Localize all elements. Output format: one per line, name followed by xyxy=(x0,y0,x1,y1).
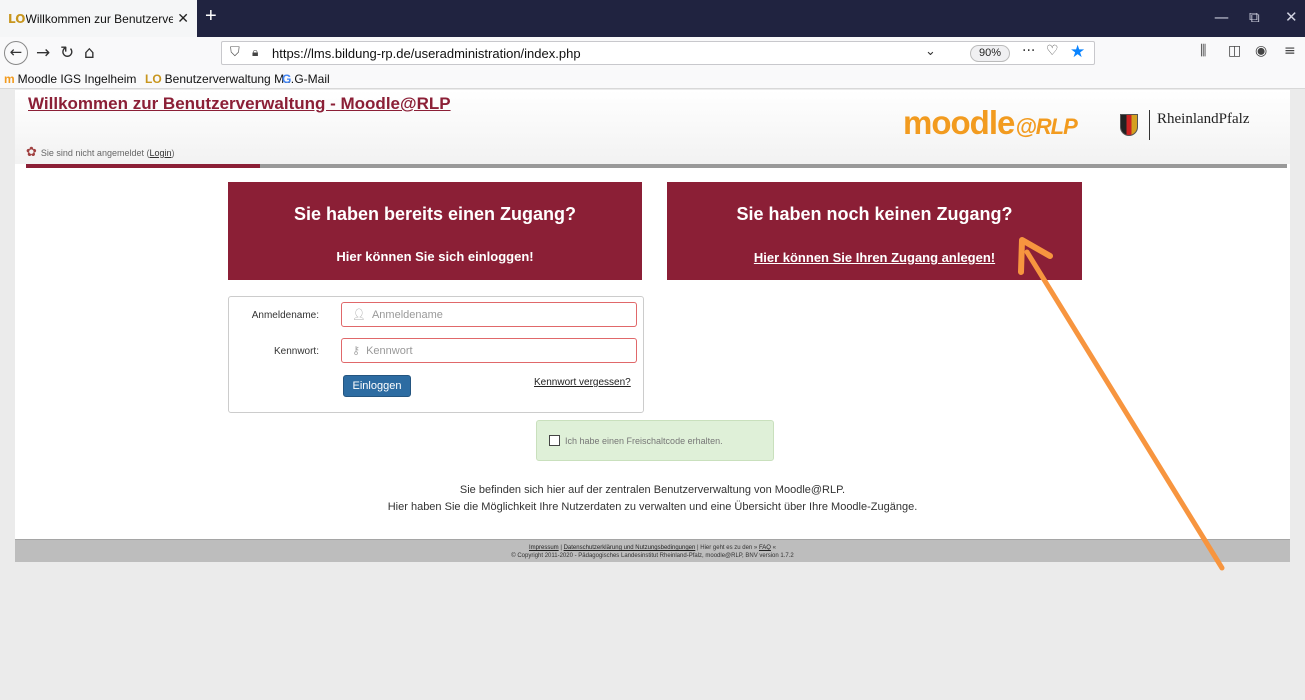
login-link[interactable]: Login xyxy=(149,148,171,158)
zoom-badge[interactable]: 90% xyxy=(970,45,1011,62)
login-status: ✿ Sie sind nicht angemeldet (Login) xyxy=(26,145,175,160)
restore-icon[interactable]: ⧉ xyxy=(1249,8,1260,26)
home-icon[interactable]: ⌂ xyxy=(84,43,95,63)
shield-icon[interactable]: ⛉ xyxy=(230,45,240,60)
page-content: Willkommen zur Benutzerverwaltung - Mood… xyxy=(15,90,1290,562)
coat-of-arms-icon xyxy=(1120,114,1138,136)
login-button[interactable]: Einloggen xyxy=(343,375,411,397)
google-icon: G xyxy=(282,72,292,86)
info-line-1: Sie befinden sich hier auf der zentralen… xyxy=(459,484,846,496)
close-tab-icon[interactable]: ✕ xyxy=(177,10,189,27)
faq-link[interactable]: FAQ xyxy=(759,545,771,551)
header-divider xyxy=(260,164,1287,168)
forgot-password-link[interactable]: Kennwort vergessen? xyxy=(534,377,631,388)
bookmarks-bar: m Moodle IGS Ingelheim LO Benutzerverwaltu… xyxy=(0,69,1305,89)
reload-icon[interactable]: ↻ xyxy=(60,43,74,63)
bookmark-gmail[interactable]: G G-Mail xyxy=(282,72,330,86)
menu-icon[interactable]: ≡ xyxy=(1284,43,1296,59)
tab-title: Willkommen zur Benutzerverwaltung xyxy=(25,11,174,26)
account-icon[interactable]: ◉ xyxy=(1255,43,1267,59)
username-label: Anmeldename: xyxy=(251,310,319,321)
copyright-text: © Copyright 2011-2020 - Pädagogisches La… xyxy=(511,553,794,559)
new-tab-button[interactable]: + xyxy=(205,5,217,28)
moodle-icon: m xyxy=(4,72,15,86)
password-label: Kennwort: xyxy=(273,346,319,357)
activation-code-label[interactable]: Ich habe einen Freischaltcode erhalten. xyxy=(565,436,723,446)
lo-icon: LO xyxy=(145,72,162,86)
url-text[interactable]: https://lms.bildung-rp.de/useradministra… xyxy=(272,46,581,61)
bookmark-benutzerverwaltung[interactable]: LO Benutzerverwaltung M... xyxy=(145,72,294,86)
login-form: Anmeldename: 👤︎ Anmeldename Kennwort: ⚷ Ke… xyxy=(228,296,644,413)
login-panel-subtitle: Hier können Sie sich einloggen! xyxy=(336,249,534,264)
close-window-icon[interactable]: ✕ xyxy=(1285,8,1298,26)
create-account-link[interactable]: Hier können Sie Ihren Zugang anlegen! xyxy=(667,250,1082,265)
pocket-icon[interactable]: ♡ xyxy=(1046,43,1059,59)
minimize-icon[interactable]: — xyxy=(1214,8,1229,26)
activation-code-box: Ich habe einen Freischaltcode erhalten. xyxy=(536,420,774,461)
impressum-link[interactable]: Impressum xyxy=(529,545,559,551)
library-icon[interactable]: ⫼ xyxy=(1200,43,1206,59)
forward-arrow-icon[interactable]: → xyxy=(36,43,50,63)
key-icon: ⚷ xyxy=(352,344,361,357)
browser-tab[interactable]: LO Willkommen zur Benutzerverwaltung ✕ xyxy=(0,0,197,37)
user-icon: 👤︎ xyxy=(352,308,366,321)
page-title[interactable]: Willkommen zur Benutzerverwaltung - Mood… xyxy=(28,94,451,114)
moodle-rlp-logo: moodle@RLP xyxy=(903,104,1078,141)
back-arrow-icon[interactable]: ← xyxy=(4,41,28,65)
header-divider-accent xyxy=(26,164,260,168)
activation-code-checkbox[interactable] xyxy=(549,435,560,446)
star-bookmark-icon[interactable]: ★ xyxy=(1070,42,1085,62)
register-panel: Sie haben noch keinen Zugang? Hier könne… xyxy=(667,182,1082,280)
favicon-icon: LO xyxy=(8,11,26,26)
password-input[interactable]: ⚷ Kennwort xyxy=(341,338,637,363)
username-input[interactable]: 👤︎ Anmeldename xyxy=(341,302,637,327)
login-panel: Sie haben bereits einen Zugang? Hier kön… xyxy=(228,182,642,280)
page-footer: Impressum | Datenschutzerklärung und Nut… xyxy=(15,539,1290,562)
page-header: Willkommen zur Benutzerverwaltung - Mood… xyxy=(15,90,1290,164)
more-actions-icon[interactable]: ··· xyxy=(1022,43,1035,59)
browser-tab-bar: LO Willkommen zur Benutzerverwaltung ✕ +… xyxy=(0,0,1305,37)
users-icon: ✿ xyxy=(26,145,37,160)
rheinland-pfalz-logo: RheinlandPfalz xyxy=(1157,111,1250,127)
sidebar-icon[interactable]: ◫ xyxy=(1228,43,1241,59)
chevron-down-icon[interactable]: ⌄ xyxy=(925,44,936,59)
logo-divider xyxy=(1149,110,1150,140)
bookmark-moodle-igs[interactable]: m Moodle IGS Ingelheim xyxy=(4,72,136,86)
lock-icon[interactable]: 🔒︎ xyxy=(252,45,258,60)
url-bar[interactable]: ⛉ 🔒︎ https://lms.bildung-rp.de/useradmin… xyxy=(221,41,1095,65)
login-panel-title: Sie haben bereits einen Zugang? xyxy=(293,204,577,224)
footer-links: Impressum | Datenschutzerklärung und Nut… xyxy=(529,545,776,551)
register-panel-title: Sie haben noch keinen Zugang? xyxy=(736,204,1013,224)
browser-nav-bar: ← → ↻ ⌂ ⛉ 🔒︎ https://lms.bildung-rp.de/u… xyxy=(0,37,1305,69)
privacy-link[interactable]: Datenschutzerklärung und Nutzungsbedingu… xyxy=(564,545,696,551)
info-line-2: Hier haben Sie die Möglichkeit Ihre Nutz… xyxy=(387,501,918,513)
